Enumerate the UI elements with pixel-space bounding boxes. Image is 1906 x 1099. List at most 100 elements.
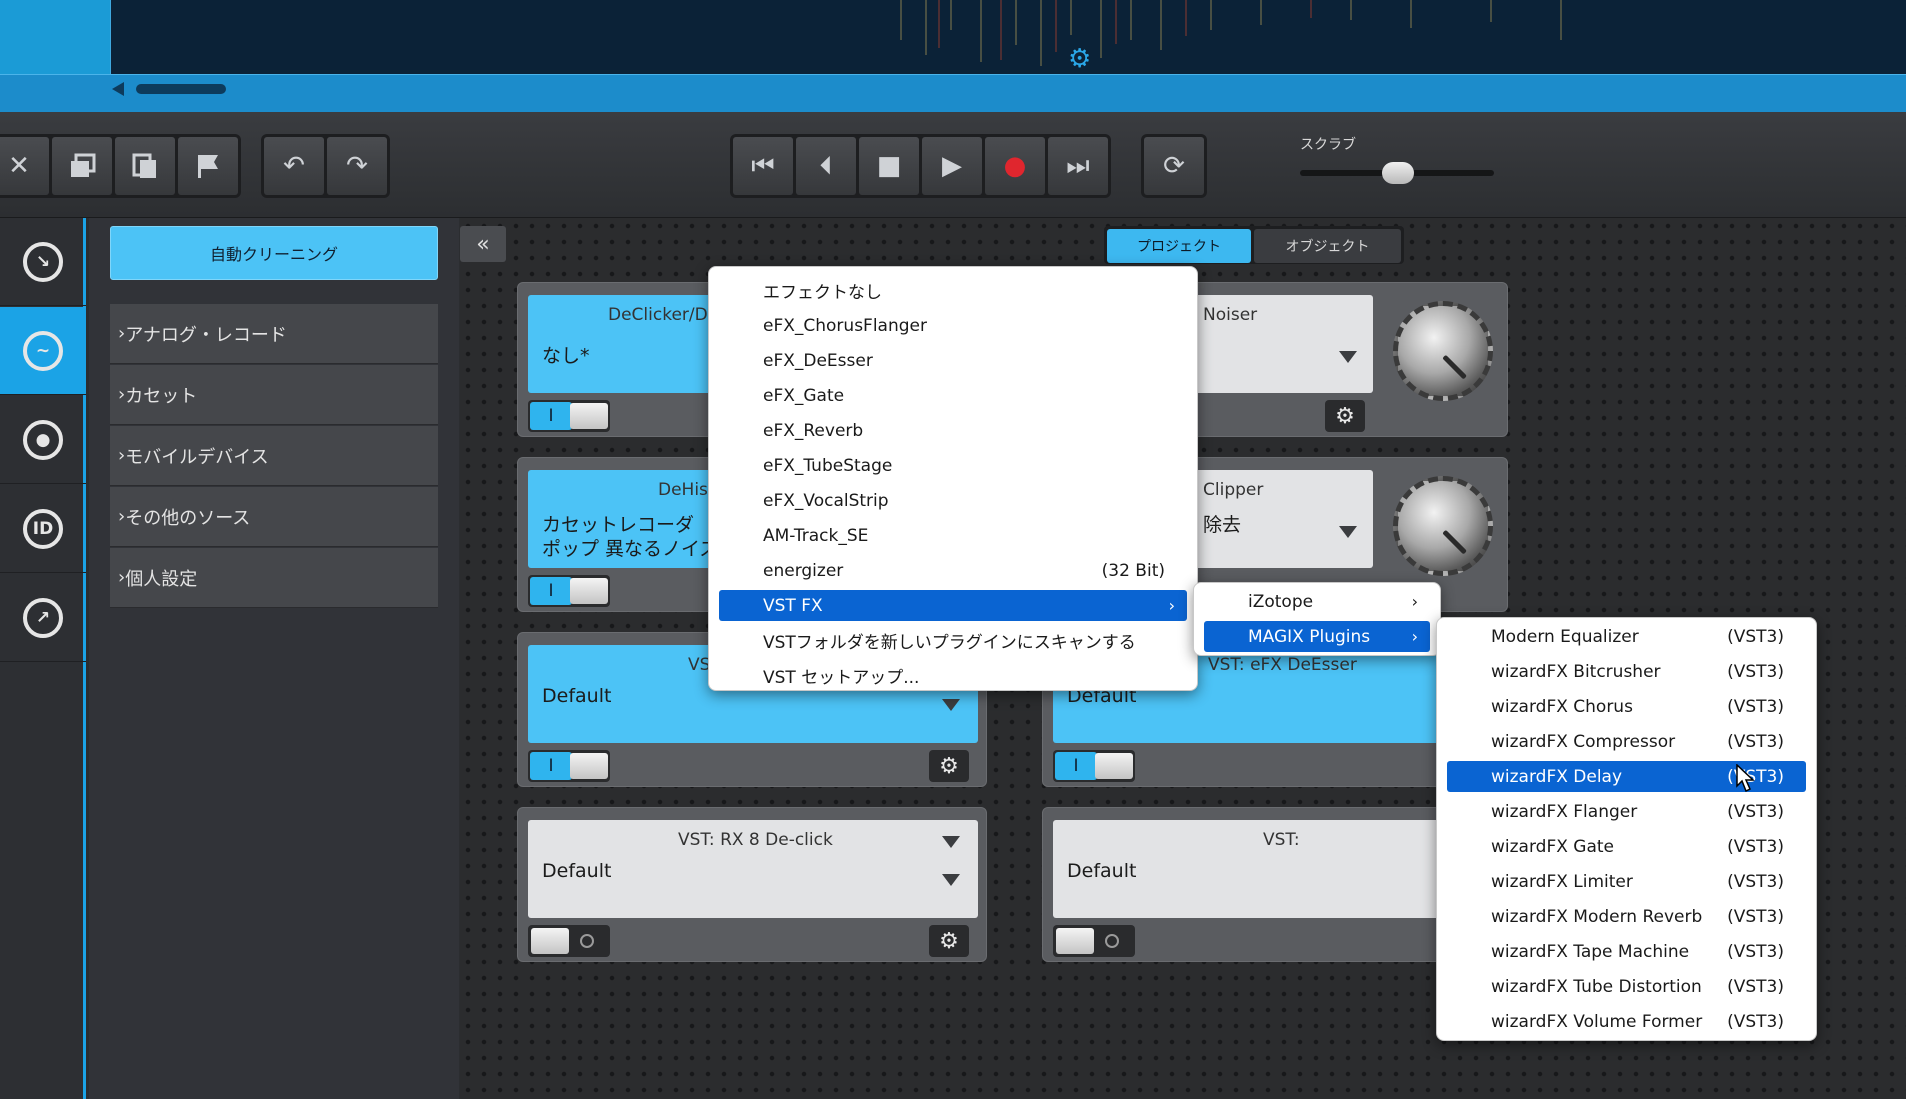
flag-icon <box>198 155 218 178</box>
loop-button[interactable]: ⟳ <box>1144 137 1204 195</box>
magix-plugin-item[interactable]: wizardFX Modern Reverb (VST3) <box>1447 901 1806 932</box>
scroll-left-arrow-icon[interactable] <box>112 82 124 96</box>
fx-power-toggle[interactable]: I <box>528 750 610 782</box>
preset-item-analog-record[interactable]: › アナログ・レコード <box>110 304 438 364</box>
nav-cleaning[interactable]: ∼ <box>0 307 86 395</box>
magix-plugin-item[interactable]: wizardFX Gate (VST3) <box>1447 831 1806 862</box>
fx-power-toggle[interactable]: I <box>528 575 610 607</box>
menu-item-label: wizardFX Flanger <box>1491 801 1638 822</box>
nav-disc[interactable]: ● <box>0 396 86 484</box>
toggle-thumb <box>1095 753 1133 779</box>
nav-id[interactable]: ID <box>0 485 86 573</box>
tab-object[interactable]: オブジェクト <box>1254 229 1401 263</box>
nav-import[interactable]: ↘ <box>0 218 86 306</box>
undo-icon: ↶ <box>283 151 305 181</box>
effect-menu-item[interactable]: eFX_VocalStrip <box>719 485 1187 516</box>
tab-project[interactable]: プロジェクト <box>1107 229 1251 263</box>
waveform-gear-icon[interactable]: ⚙ <box>1068 46 1091 72</box>
fx-power-toggle[interactable] <box>528 925 610 957</box>
effect-menu-item[interactable]: VST FX › <box>719 590 1187 621</box>
close-icon: ✕ <box>8 151 30 181</box>
auto-clean-button[interactable]: 自動クリーニング <box>110 226 438 280</box>
scroll-thumb[interactable] <box>136 84 226 94</box>
preset-item-personal[interactable]: › 個人設定 <box>110 548 438 608</box>
preset-dropdown-caret-icon[interactable] <box>1339 351 1357 363</box>
fx-amount-knob[interactable] <box>1393 301 1493 401</box>
previous-marker-button[interactable]: ⏴ <box>796 137 856 195</box>
vst-submenu-item[interactable]: MAGIX Plugins › <box>1204 621 1430 652</box>
effect-menu-item[interactable]: eFX_ChorusFlanger <box>719 310 1187 341</box>
fx-power-toggle[interactable]: I <box>1053 750 1135 782</box>
scrub-slider-knob[interactable] <box>1382 162 1414 184</box>
collapse-panel-button[interactable]: « <box>460 226 506 262</box>
magix-plugin-item[interactable]: wizardFX Limiter (VST3) <box>1447 866 1806 897</box>
fx-power-toggle[interactable]: I <box>528 400 610 432</box>
magix-plugin-item[interactable]: wizardFX Chorus (VST3) <box>1447 691 1806 722</box>
transport-group: ⏮ ⏴ ■ ▶ ● ⏭ <box>730 134 1111 198</box>
effect-menu-item[interactable]: energizer (32 Bit) <box>719 555 1187 586</box>
menu-item-label: eFX_VocalStrip <box>763 490 889 511</box>
stack-icon <box>71 153 96 177</box>
effect-menu-item[interactable]: eFX_TubeStage <box>719 450 1187 481</box>
effect-menu-item[interactable]: eFX_DeEsser <box>719 345 1187 376</box>
nav-export[interactable]: ↗ <box>0 574 86 662</box>
knob-pointer <box>1442 354 1467 380</box>
skip-to-start-button[interactable]: ⏮ <box>733 137 793 195</box>
menu-item-label: AM-Track_SE <box>763 525 869 546</box>
redo-button[interactable]: ↷ <box>327 137 387 195</box>
stack-button[interactable] <box>52 137 112 195</box>
preset-dropdown-caret-icon[interactable] <box>942 699 960 711</box>
fx-preset-value: Default <box>542 860 612 882</box>
preset-dropdown-caret-icon[interactable] <box>1339 526 1357 538</box>
menu-item-label: wizardFX Modern Reverb <box>1491 906 1703 927</box>
menu-item-label: VSTフォルダを新しいプラグインにスキャンする <box>763 633 1136 653</box>
toggle-thumb <box>570 753 608 779</box>
magix-plugin-item[interactable]: wizardFX Compressor (VST3) <box>1447 726 1806 757</box>
preset-dropdown-caret-icon[interactable] <box>942 874 960 886</box>
effect-dropdown-caret-icon[interactable] <box>942 836 960 848</box>
close-button[interactable]: ✕ <box>0 137 49 195</box>
effect-menu-item[interactable]: VST セットアップ... <box>719 660 1187 691</box>
fx-amount-knob[interactable] <box>1393 476 1493 576</box>
menu-item-label: wizardFX Bitcrusher <box>1491 661 1661 682</box>
fx-settings-gear-icon[interactable]: ⚙ <box>929 750 969 782</box>
waveform-display[interactable] <box>110 0 1906 74</box>
waveform-scrollbar[interactable] <box>0 74 1906 112</box>
magix-plugin-item[interactable]: Modern Equalizer (VST3) <box>1447 621 1806 652</box>
record-icon: ● <box>1003 151 1027 181</box>
preset-item-mobile[interactable]: › モバイルデバイス <box>110 426 438 486</box>
record-button[interactable]: ● <box>985 137 1045 195</box>
fx-settings-gear-icon[interactable]: ⚙ <box>929 925 969 957</box>
effect-menu-item[interactable]: eFX_Reverb <box>719 415 1187 446</box>
stop-button[interactable]: ■ <box>859 137 919 195</box>
magix-plugin-item[interactable]: wizardFX Tube Distortion (VST3) <box>1447 971 1806 1002</box>
toggle-off-icon <box>1105 934 1119 948</box>
magix-plugin-item[interactable]: wizardFX Flanger (VST3) <box>1447 796 1806 827</box>
undo-button[interactable]: ↶ <box>264 137 324 195</box>
magix-plugin-item[interactable]: wizardFX Volume Former (VST3) <box>1447 1006 1806 1037</box>
fx-power-toggle[interactable] <box>1053 925 1135 957</box>
marker-button[interactable] <box>178 137 238 195</box>
magix-plugin-item[interactable]: wizardFX Tape Machine (VST3) <box>1447 936 1806 967</box>
fx-title: Noiser <box>1203 305 1258 325</box>
menu-item-suffix: (VST3) <box>1727 661 1784 682</box>
menu-item-suffix: (VST3) <box>1727 836 1784 857</box>
menu-item-suffix: (32 Bit) <box>1101 560 1165 581</box>
menu-item-label: Modern Equalizer <box>1491 626 1639 647</box>
effect-menu-item[interactable]: エフェクトなし <box>719 275 1187 306</box>
toggle-thumb <box>531 928 569 954</box>
vst-submenu-item[interactable]: iZotope › <box>1204 586 1430 617</box>
effect-menu-item[interactable]: eFX_Gate <box>719 380 1187 411</box>
next-marker-button[interactable]: ⏭ <box>1048 137 1108 195</box>
effect-menu-item[interactable]: VSTフォルダを新しいプラグインにスキャンする <box>719 625 1187 656</box>
id-tag-icon: ID <box>23 508 63 549</box>
preset-item-cassette[interactable]: › カセット <box>110 365 438 425</box>
cleaning-icon: ∼ <box>23 330 63 371</box>
preset-item-other[interactable]: › その他のソース <box>110 487 438 547</box>
play-button[interactable]: ▶ <box>922 137 982 195</box>
fx-settings-gear-icon[interactable]: ⚙ <box>1325 400 1365 432</box>
magix-plugin-item[interactable]: wizardFX Bitcrusher (VST3) <box>1447 656 1806 687</box>
copy-button[interactable] <box>115 137 175 195</box>
fx-screen-rx8-declick[interactable]: VST: RX 8 De-click Default <box>528 820 978 918</box>
effect-menu-item[interactable]: AM-Track_SE <box>719 520 1187 551</box>
